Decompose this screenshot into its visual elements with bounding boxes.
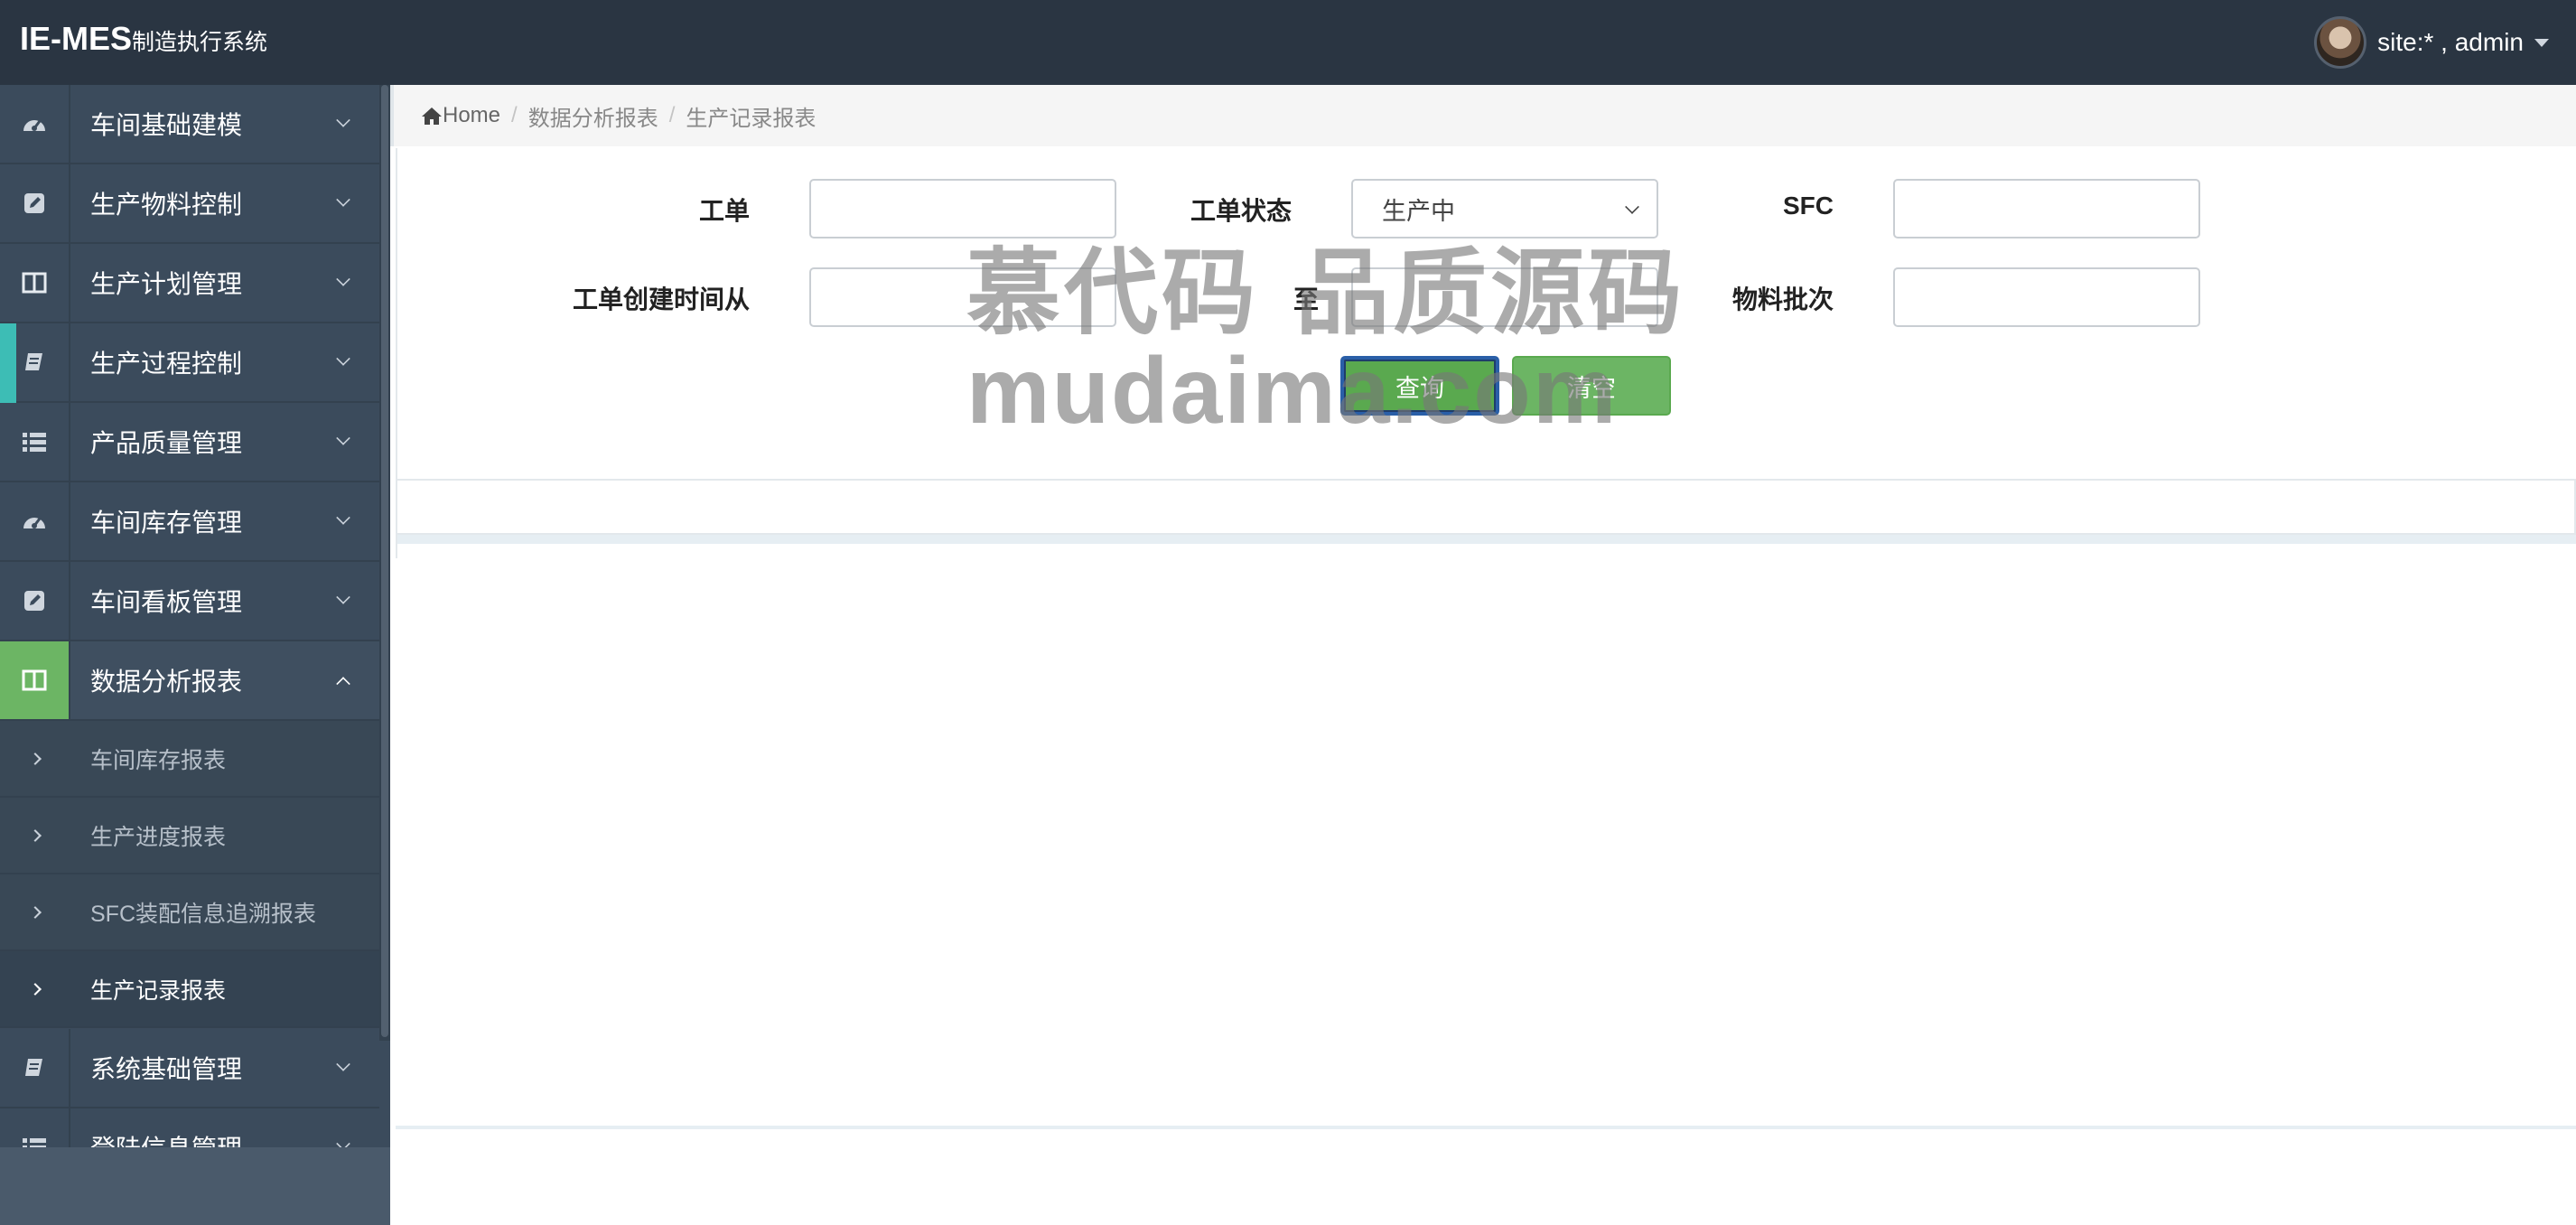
sidebar-item-inventory-management[interactable]: 车间库存管理 bbox=[0, 482, 379, 562]
sidebar-subitem-label: SFC装配信息追溯报表 bbox=[90, 901, 317, 927]
sidebar-item-label: 系统基础管理 bbox=[90, 1055, 243, 1083]
sidebar-item-data-reports[interactable]: 数据分析报表 bbox=[0, 641, 379, 721]
chevron-down-icon bbox=[336, 272, 350, 286]
chevron-right-icon bbox=[29, 982, 42, 996]
list-icon bbox=[0, 403, 70, 481]
results-toolbar bbox=[396, 479, 2576, 535]
chevron-down-icon bbox=[336, 590, 350, 604]
sidebar-item-process-control[interactable]: 生产过程控制 bbox=[0, 323, 379, 403]
panel-divider bbox=[397, 535, 2576, 544]
sidebar-item-label: 生产计划管理 bbox=[90, 270, 243, 298]
sidebar-item-material-control[interactable]: 生产物料控制 bbox=[0, 164, 379, 244]
status-selected-value: 生产中 bbox=[1382, 197, 1455, 225]
sidebar-item-label: 产品质量管理 bbox=[90, 429, 243, 457]
brand-main: IE-MES bbox=[20, 20, 133, 57]
active-accent-bar bbox=[0, 323, 16, 403]
sfc-input[interactable] bbox=[1893, 179, 2200, 238]
query-button[interactable]: 查询 bbox=[1340, 356, 1499, 416]
sidebar-subitem-label: 车间库存报表 bbox=[90, 747, 227, 773]
chevron-right-icon bbox=[29, 828, 42, 842]
created-to-input[interactable] bbox=[1351, 267, 1658, 327]
columns-icon bbox=[0, 244, 70, 322]
avatar bbox=[2314, 16, 2367, 69]
chevron-right-icon bbox=[29, 752, 42, 765]
work-order-status-select[interactable]: 生产中 bbox=[1351, 179, 1658, 238]
sidebar-subitem-inventory-report[interactable]: 车间库存报表 bbox=[0, 721, 379, 798]
chevron-right-icon bbox=[29, 905, 42, 919]
material-batch-label: 物料批次 bbox=[1731, 285, 1834, 313]
breadcrumb-separator: / bbox=[511, 103, 518, 127]
breadcrumb-level1[interactable]: 数据分析报表 bbox=[528, 100, 658, 132]
created-from-label: 工单创建时间从 bbox=[572, 285, 750, 313]
user-menu[interactable]: site:* , admin bbox=[2314, 14, 2549, 70]
main-content: Home / 数据分析报表 / 生产记录报表 工单 工单状态 生产中 SFC 工… bbox=[390, 85, 2576, 1225]
sidebar-item-plan-management[interactable]: 生产计划管理 bbox=[0, 244, 379, 323]
sidebar-item-kanban-management[interactable]: 车间看板管理 bbox=[0, 562, 379, 641]
chevron-down-icon bbox=[336, 351, 350, 366]
edit-icon bbox=[0, 562, 70, 640]
sidebar-subitem-sfc-trace-report[interactable]: SFC装配信息追溯报表 bbox=[0, 874, 379, 951]
work-order-input[interactable] bbox=[809, 179, 1116, 238]
date-to-label: 至 bbox=[1293, 285, 1319, 313]
home-icon bbox=[422, 108, 442, 125]
columns-icon bbox=[0, 641, 70, 719]
results-bottom-divider bbox=[396, 1126, 2576, 1129]
breadcrumb-home[interactable]: Home bbox=[443, 103, 500, 128]
sidebar: 车间基础建模 生产物料控制 生产计划管理 生产过程控制 产品质量管理 车间库存管… bbox=[0, 85, 390, 1225]
sidebar-subitem-progress-report[interactable]: 生产进度报表 bbox=[0, 798, 379, 874]
sidebar-item-label: 车间库存管理 bbox=[90, 509, 243, 537]
dashboard-icon bbox=[0, 482, 70, 560]
sidebar-subitem-production-record-report[interactable]: 生产记录报表 bbox=[0, 951, 379, 1028]
sfc-label: SFC bbox=[1783, 192, 1834, 220]
dashboard-icon bbox=[0, 85, 70, 163]
material-batch-input[interactable] bbox=[1893, 267, 2200, 327]
created-from-input[interactable] bbox=[809, 267, 1116, 327]
edit-icon bbox=[0, 164, 70, 242]
sidebar-subitem-label: 生产记录报表 bbox=[90, 977, 227, 1004]
sidebar-item-label: 生产物料控制 bbox=[90, 191, 243, 219]
sidebar-item-quality-management[interactable]: 产品质量管理 bbox=[0, 403, 379, 482]
chevron-down-icon bbox=[336, 113, 350, 127]
chevron-down-icon bbox=[336, 510, 350, 525]
work-order-label: 工单 bbox=[698, 197, 750, 225]
book-icon bbox=[0, 1029, 70, 1107]
chevron-up-icon bbox=[336, 677, 350, 691]
sidebar-item-label: 生产过程控制 bbox=[90, 350, 243, 378]
sidebar-item-system-management[interactable]: 系统基础管理 bbox=[0, 1029, 379, 1108]
chevron-down-icon bbox=[336, 1057, 350, 1071]
sidebar-item-label: 车间基础建模 bbox=[90, 111, 243, 139]
sidebar-item-label: 数据分析报表 bbox=[90, 668, 243, 696]
chevron-down-icon bbox=[336, 192, 350, 207]
chevron-down-icon bbox=[336, 431, 350, 445]
breadcrumb-separator: / bbox=[668, 103, 676, 127]
work-order-status-label: 工单状态 bbox=[1190, 197, 1292, 225]
sidebar-item-workshop-modeling[interactable]: 车间基础建模 bbox=[0, 85, 379, 164]
top-bar: IE-MES制造执行系统 site:* , admin bbox=[0, 0, 2576, 85]
brand-sub: 制造执行系统 bbox=[132, 30, 268, 55]
clear-button[interactable]: 清空 bbox=[1512, 356, 1671, 416]
sidebar-scrollbar-thumb[interactable] bbox=[381, 85, 388, 1037]
sidebar-footer bbox=[0, 1147, 390, 1225]
caret-down-icon bbox=[2534, 38, 2549, 47]
brand-logo[interactable]: IE-MES制造执行系统 bbox=[20, 20, 267, 58]
sidebar-subitem-label: 生产进度报表 bbox=[90, 824, 227, 850]
sidebar-item-label: 车间看板管理 bbox=[90, 588, 243, 616]
breadcrumb-level2: 生产记录报表 bbox=[686, 106, 817, 131]
user-label: site:* , admin bbox=[2377, 28, 2524, 56]
breadcrumb: Home / 数据分析报表 / 生产记录报表 bbox=[390, 85, 2576, 146]
